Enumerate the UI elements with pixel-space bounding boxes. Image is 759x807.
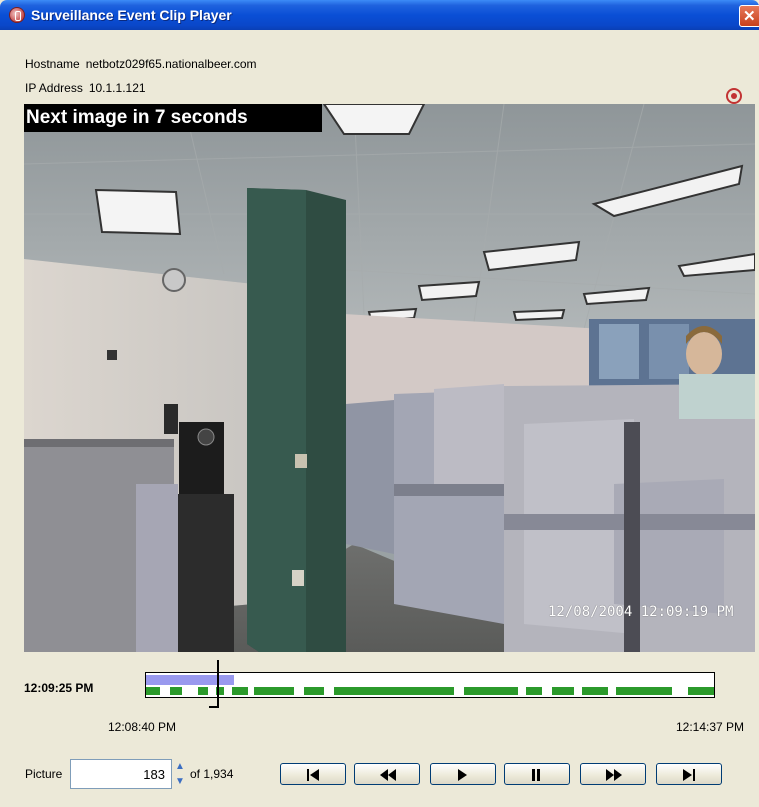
current-time-label: 12:09:25 PM — [24, 681, 94, 695]
spinner-up-icon[interactable]: ▲ — [173, 759, 187, 774]
surveillance-image — [24, 104, 755, 652]
timeline-event-segment — [464, 687, 518, 695]
record-icon[interactable] — [726, 88, 742, 104]
rewind-icon — [380, 769, 396, 781]
picture-label: Picture — [25, 767, 63, 781]
timeline-event-segment — [254, 687, 294, 695]
hostname-row: Hostname netbotz029f65.nationalbeer.com — [25, 57, 257, 71]
ip-value: 10.1.1.121 — [88, 81, 146, 95]
first-frame-button[interactable] — [280, 763, 346, 785]
spinner-down-icon[interactable]: ▼ — [173, 774, 187, 789]
picture-spinner[interactable]: ▲ ▼ — [173, 759, 187, 789]
hostname-value: netbotz029f65.nationalbeer.com — [85, 57, 257, 71]
skip-to-end-icon — [683, 769, 695, 781]
timeline-event-segment — [304, 687, 324, 695]
close-icon: ✕ — [743, 8, 756, 25]
timeline-event-segment — [198, 687, 208, 695]
timeline-event-segment — [170, 687, 182, 695]
rewind-button[interactable] — [354, 763, 420, 785]
timeline-event-segment — [616, 687, 672, 695]
timeline-viewed-range — [146, 675, 234, 685]
app-icon — [9, 7, 25, 23]
image-timestamp: 12/08/2004 12:09:19 PM — [548, 604, 734, 620]
timeline-event-segment — [232, 687, 248, 695]
timeline-end-time: 12:14:37 PM — [676, 720, 745, 734]
hostname-label: Hostname — [25, 57, 80, 71]
timeline-position-marker[interactable] — [209, 660, 219, 708]
timeline-event-segment — [552, 687, 574, 695]
picture-total-label: of 1,934 — [190, 767, 234, 781]
skip-to-start-icon — [307, 769, 319, 781]
pause-icon — [532, 769, 540, 781]
fast-forward-icon — [606, 769, 622, 781]
window-title: Surveillance Event Clip Player — [31, 7, 232, 23]
timeline-bar[interactable] — [145, 672, 715, 698]
close-button[interactable]: ✕ — [739, 5, 759, 27]
timeline-event-segment — [688, 687, 714, 695]
next-image-countdown: Next image in 7 seconds — [24, 104, 322, 132]
timeline-start-time: 12:08:40 PM — [108, 720, 177, 734]
clip-player-window: Surveillance Event Clip Player ✕ Hostnam… — [0, 0, 759, 807]
pause-button[interactable] — [504, 763, 570, 785]
title-bar[interactable]: Surveillance Event Clip Player ✕ — [0, 0, 759, 30]
ip-label: IP Address — [25, 81, 83, 95]
picture-number-input[interactable] — [70, 759, 172, 789]
timeline-event-segment — [146, 687, 160, 695]
fast-forward-button[interactable] — [580, 763, 646, 785]
timeline-event-segment — [526, 687, 542, 695]
last-frame-button[interactable] — [656, 763, 722, 785]
play-button[interactable] — [430, 763, 496, 785]
ip-row: IP Address 10.1.1.121 — [25, 81, 146, 95]
timeline-event-segment — [582, 687, 608, 695]
timeline-event-segment — [334, 687, 454, 695]
play-icon — [458, 769, 467, 781]
